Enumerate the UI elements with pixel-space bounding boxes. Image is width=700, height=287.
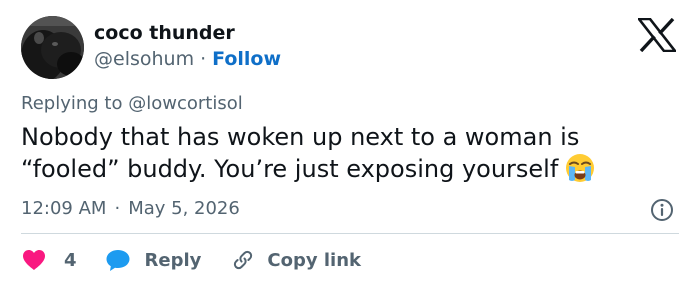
reply-context: Replying to @lowcortisol xyxy=(21,93,243,114)
tweet-card: coco thunder @elsohum · Follow Replying to… xyxy=(0,0,700,287)
info-icon[interactable] xyxy=(650,198,674,222)
like-button[interactable]: 4 xyxy=(21,248,77,272)
dog-avatar-icon xyxy=(21,16,84,79)
author-name[interactable]: coco thunder xyxy=(94,22,235,44)
reply-context-prefix: Replying to xyxy=(21,93,123,114)
tweet-text: Nobody that has woken up next to a woman… xyxy=(21,122,661,184)
action-divider xyxy=(21,233,679,234)
handle-separator: · xyxy=(200,48,207,70)
author-handle-row: @elsohum · Follow xyxy=(94,48,281,70)
author-handle[interactable]: @elsohum xyxy=(94,48,194,70)
heart-icon xyxy=(23,250,45,270)
speech-bubble-icon xyxy=(106,250,130,271)
tweet-timestamp[interactable]: 12:09 AM · May 5, 2026 xyxy=(21,198,240,219)
author-avatar[interactable] xyxy=(21,16,84,79)
like-count: 4 xyxy=(64,249,77,271)
follow-button[interactable]: Follow xyxy=(212,48,281,70)
link-icon xyxy=(234,250,253,270)
action-bar: 4 Reply Copy link xyxy=(21,244,361,276)
reply-label: Reply xyxy=(144,249,202,271)
tweet-time: 12:09 AM xyxy=(21,198,107,219)
timestamp-separator: · xyxy=(114,198,121,219)
reply-context-mention[interactable]: @lowcortisol xyxy=(128,93,243,114)
loudly-crying-face-emoji-icon xyxy=(564,152,596,184)
copy-link-label: Copy link xyxy=(267,249,361,271)
tweet-text-line-2: “fooled” buddy. You’re just exposing you… xyxy=(21,155,559,183)
tweet-text-line-1: Nobody that has woken up next to a woman… xyxy=(21,123,580,151)
tweet-text-line-2-wrap: “fooled” buddy. You’re just exposing you… xyxy=(21,152,661,184)
reply-button[interactable]: Reply xyxy=(105,248,202,272)
tweet-date: May 5, 2026 xyxy=(128,198,240,219)
copy-link-button[interactable]: Copy link xyxy=(231,248,361,272)
x-logo-icon[interactable] xyxy=(636,17,678,53)
